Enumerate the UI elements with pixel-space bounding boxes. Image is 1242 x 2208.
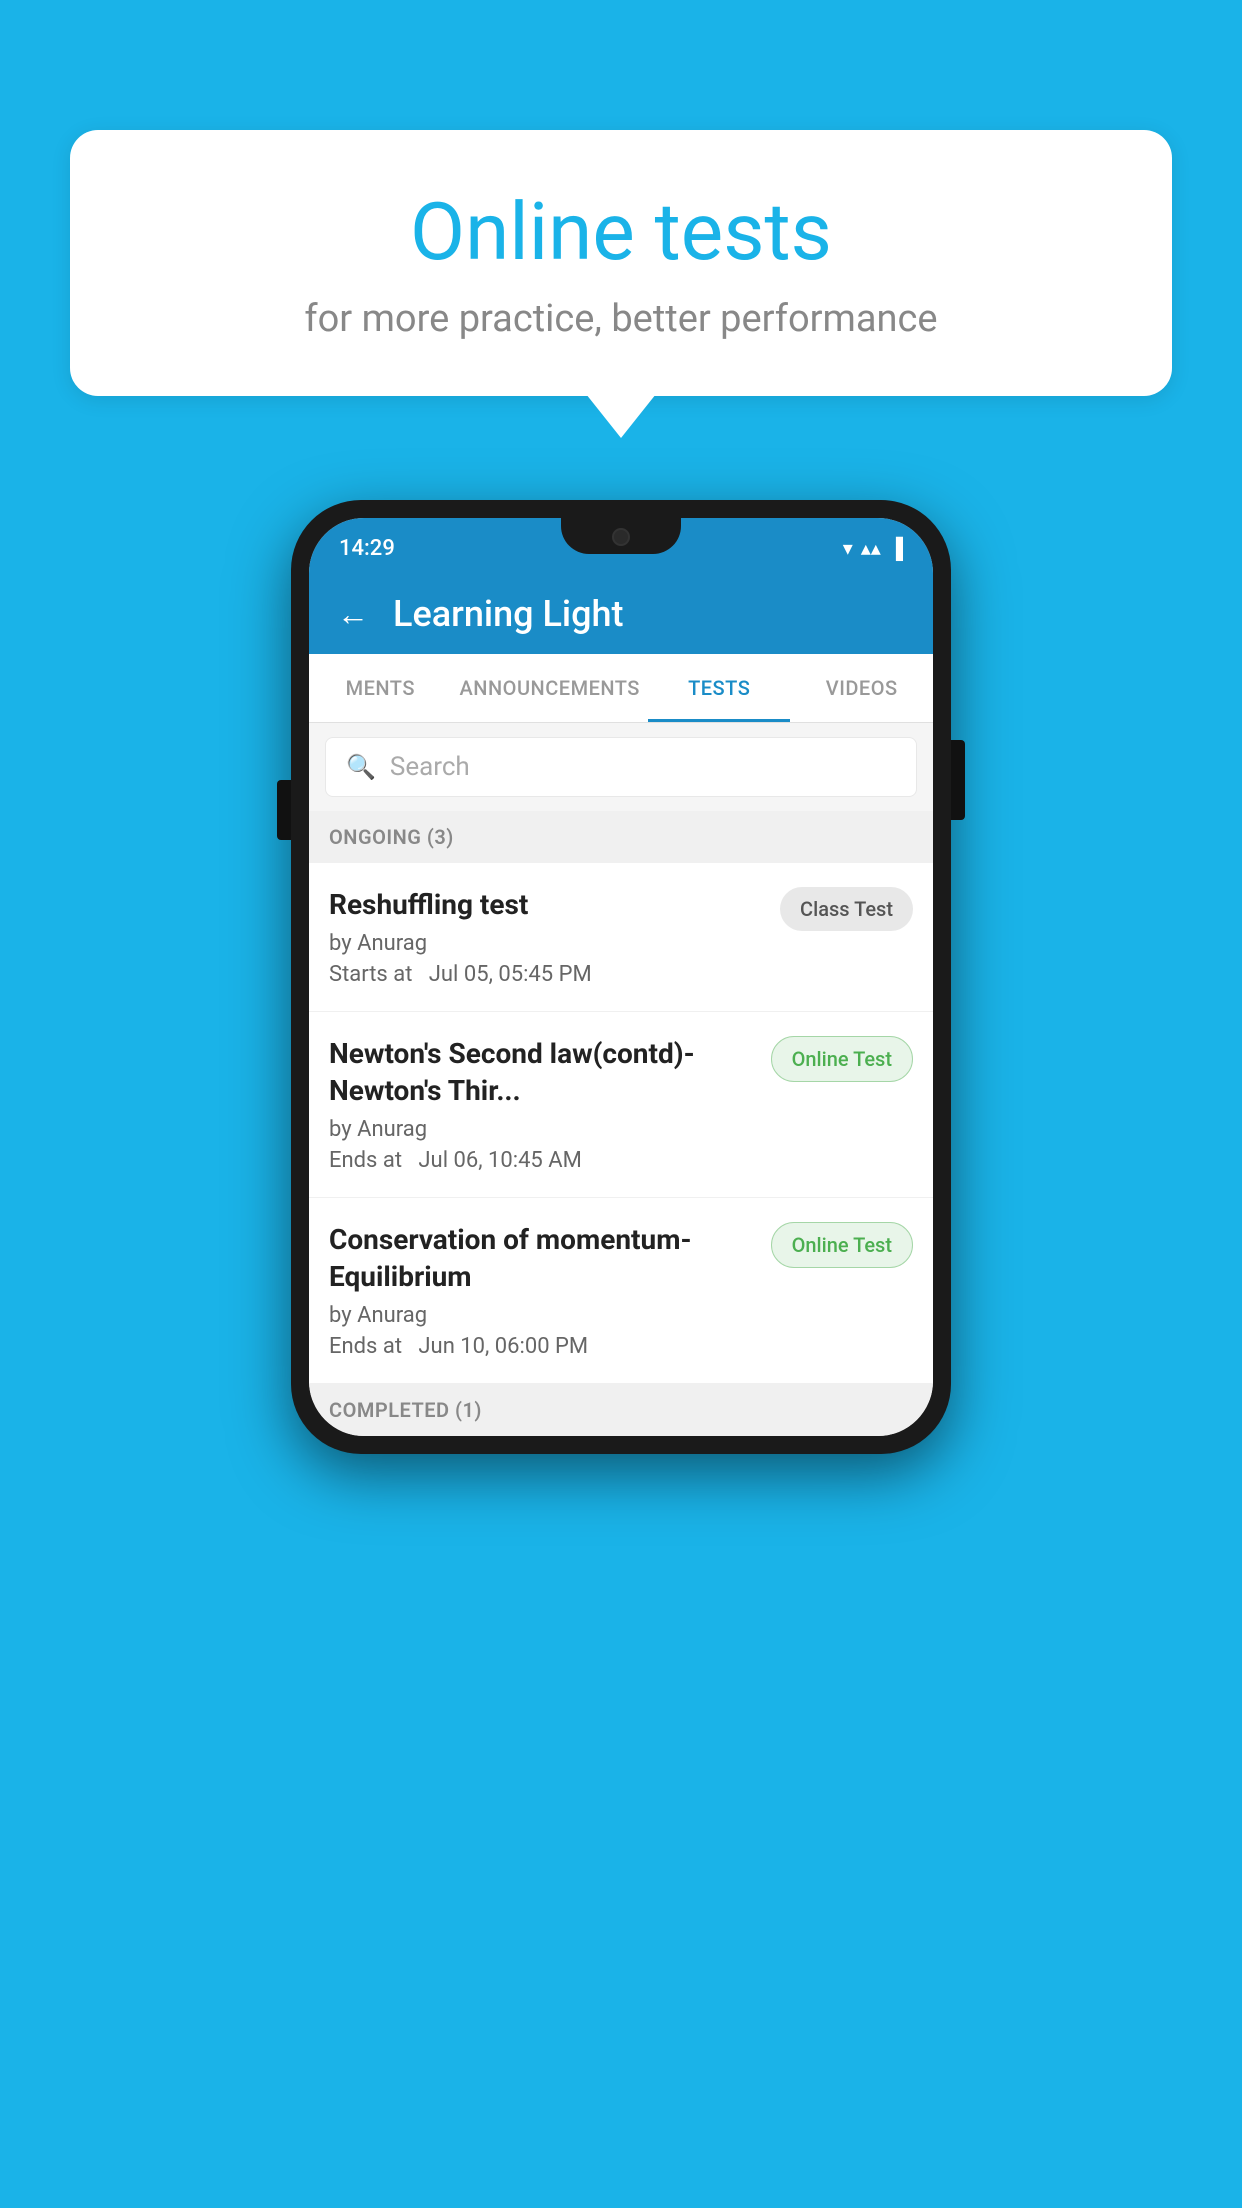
- test-author-2: by Anurag: [329, 1117, 755, 1142]
- phone-notch: [561, 518, 681, 554]
- tab-tests[interactable]: TESTS: [648, 654, 791, 722]
- test-info-3: Conservation of momentum-Equilibrium by …: [329, 1222, 771, 1359]
- bubble-title: Online tests: [130, 185, 1112, 279]
- test-time-3: Ends at Jun 10, 06:00 PM: [329, 1334, 755, 1359]
- notch-camera: [612, 528, 630, 546]
- test-author-3: by Anurag: [329, 1303, 755, 1328]
- test-item-1[interactable]: Reshuffling test by Anurag Starts at Jul…: [309, 863, 933, 1012]
- phone-screen: 14:29 ▾ ▴▴ ▐ ← Learning Light MENTS ANNO…: [309, 518, 933, 1436]
- app-header: ← Learning Light: [309, 574, 933, 654]
- speech-bubble-container: Online tests for more practice, better p…: [70, 130, 1172, 396]
- speech-bubble: Online tests for more practice, better p…: [70, 130, 1172, 396]
- badge-online-test-2: Online Test: [771, 1036, 913, 1082]
- completed-section-header: COMPLETED (1): [309, 1384, 933, 1436]
- test-time-1: Starts at Jul 05, 05:45 PM: [329, 962, 764, 987]
- search-container: 🔍 Search: [309, 723, 933, 811]
- app-title: Learning Light: [393, 593, 623, 635]
- status-icons: ▾ ▴▴ ▐: [843, 536, 903, 561]
- test-item-2[interactable]: Newton's Second law(contd)-Newton's Thir…: [309, 1012, 933, 1198]
- status-time: 14:29: [339, 536, 395, 561]
- test-time-2: Ends at Jul 06, 10:45 AM: [329, 1148, 755, 1173]
- ongoing-section-header: ONGOING (3): [309, 811, 933, 863]
- test-info-1: Reshuffling test by Anurag Starts at Jul…: [329, 887, 780, 987]
- tab-videos[interactable]: VIDEOS: [790, 654, 933, 722]
- test-title-2: Newton's Second law(contd)-Newton's Thir…: [329, 1036, 755, 1109]
- badge-online-test-3: Online Test: [771, 1222, 913, 1268]
- test-author-1: by Anurag: [329, 931, 764, 956]
- test-info-2: Newton's Second law(contd)-Newton's Thir…: [329, 1036, 771, 1173]
- test-item-3[interactable]: Conservation of momentum-Equilibrium by …: [309, 1198, 933, 1384]
- phone-outer: 14:29 ▾ ▴▴ ▐ ← Learning Light MENTS ANNO…: [291, 500, 951, 1454]
- battery-icon: ▐: [889, 536, 903, 561]
- signal-icon: ▴▴: [861, 536, 881, 560]
- tab-ments[interactable]: MENTS: [309, 654, 452, 722]
- badge-class-test-1: Class Test: [780, 887, 913, 931]
- search-icon: 🔍: [346, 753, 376, 781]
- wifi-icon: ▾: [843, 536, 853, 560]
- test-title-1: Reshuffling test: [329, 887, 764, 923]
- bubble-subtitle: for more practice, better performance: [130, 297, 1112, 341]
- tabs-container: MENTS ANNOUNCEMENTS TESTS VIDEOS: [309, 654, 933, 723]
- tab-announcements[interactable]: ANNOUNCEMENTS: [452, 654, 648, 722]
- test-title-3: Conservation of momentum-Equilibrium: [329, 1222, 755, 1295]
- search-placeholder: Search: [390, 752, 470, 782]
- phone-container: 14:29 ▾ ▴▴ ▐ ← Learning Light MENTS ANNO…: [291, 500, 951, 1454]
- back-button[interactable]: ←: [337, 595, 369, 633]
- search-bar[interactable]: 🔍 Search: [325, 737, 917, 797]
